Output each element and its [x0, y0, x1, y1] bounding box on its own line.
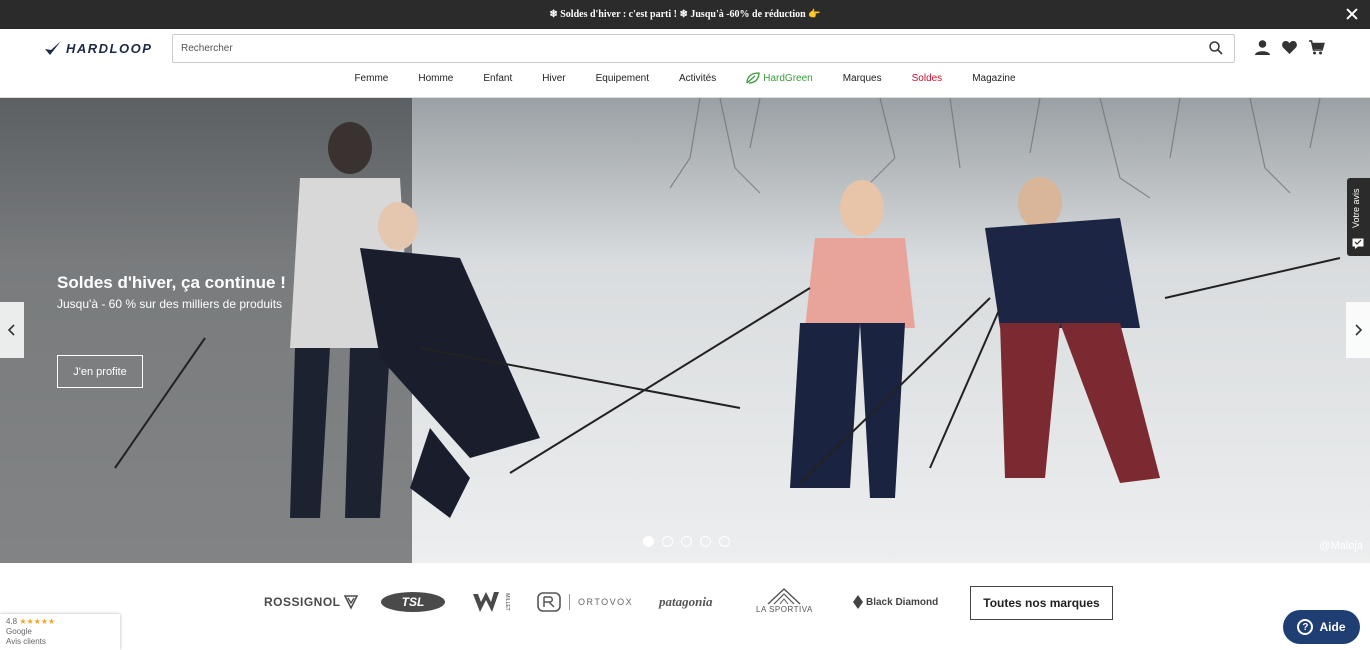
close-icon[interactable] — [1344, 6, 1360, 22]
brand-patagonia[interactable]: patagonia — [659, 591, 712, 613]
announcement-bar: ❄ Soldes d'hiver : c'est parti ! ❄ Jusqu… — [0, 0, 1370, 29]
brand-ortovox[interactable]: ORTOVOX — [537, 591, 633, 613]
brands-bar: ROSSIGNOL TSL MILLET ORTOVOX patagonia L… — [0, 563, 1370, 650]
logo-text: HARDLOOP — [66, 40, 153, 56]
nav-item-activites[interactable]: Activités — [664, 72, 731, 84]
feedback-tab[interactable]: Votre avis — [1347, 178, 1370, 256]
la-sportiva-mountain-icon — [767, 588, 801, 605]
hero-subtitle: Jusqu'à - 60 % sur des milliers de produ… — [57, 297, 283, 311]
cart-icon[interactable] — [1308, 39, 1325, 56]
brand-millet[interactable]: MILLET — [472, 591, 512, 613]
brand-rossignol-label: ROSSIGNOL — [264, 595, 341, 609]
rossignol-rooster-icon — [343, 595, 358, 610]
google-rating: 4.8 — [6, 617, 18, 626]
search-input[interactable] — [173, 35, 1234, 62]
feedback-tab-label: Votre avis — [1351, 188, 1361, 228]
nav-item-hardgreen-label: HardGreen — [763, 72, 813, 84]
carousel-dot-3[interactable] — [681, 536, 692, 547]
nav-item-hiver[interactable]: Hiver — [527, 72, 580, 84]
nav-item-soldes[interactable]: Soldes — [897, 72, 958, 84]
carousel-dot-5[interactable] — [719, 536, 730, 547]
help-icon: ? — [1297, 619, 1314, 635]
logo[interactable]: HARDLOOP — [44, 40, 152, 56]
nav-item-marques[interactable]: Marques — [828, 72, 897, 84]
brand-ortovox-label: ORTOVOX — [578, 597, 634, 607]
millet-logo-icon: MILLET — [473, 592, 510, 612]
nav-item-hardgreen[interactable]: HardGreen — [731, 72, 827, 84]
google-stars: ★★★★★ — [19, 617, 56, 626]
tsl-logo-icon: TSL — [381, 592, 445, 612]
logo-mark-icon — [45, 41, 61, 55]
ortovox-logo-icon — [537, 592, 561, 612]
chevron-left-icon — [7, 324, 15, 336]
brand-tsl[interactable]: TSL — [380, 591, 446, 613]
hero-title: Soldes d'hiver, ça continue ! — [57, 273, 286, 292]
nav-item-equipement[interactable]: Equipement — [581, 72, 664, 84]
header-icons — [1254, 39, 1325, 56]
photo-credit: @Maloja — [1319, 540, 1363, 552]
carousel-dot-4[interactable] — [700, 536, 711, 547]
announcement-text: ❄ Soldes d'hiver : c'est parti ! ❄ Jusqu… — [549, 9, 821, 20]
search-bar — [172, 34, 1235, 63]
carousel-dot-2[interactable] — [662, 536, 673, 547]
carousel-prev-button[interactable] — [0, 302, 24, 358]
brand-la-sportiva-label: LA SPORTIVA — [756, 605, 813, 614]
brand-black-diamond[interactable]: Black Diamond — [853, 591, 938, 613]
hero-cta-button[interactable]: J'en profite — [57, 355, 143, 388]
heart-icon[interactable] — [1281, 39, 1298, 56]
nav-item-homme[interactable]: Homme — [403, 72, 468, 84]
chevron-right-icon — [1355, 324, 1363, 336]
google-caption: Avis clients — [6, 637, 46, 646]
millet-logo-text: MILLET — [504, 593, 510, 611]
carousel-dot-1[interactable] — [643, 536, 654, 547]
hero-image — [0, 98, 1370, 563]
all-brands-button[interactable]: Toutes nos marques — [970, 586, 1113, 620]
nav-item-femme[interactable]: Femme — [339, 72, 403, 84]
tsl-logo-text: TSL — [402, 595, 425, 609]
google-source: Google — [6, 627, 32, 636]
google-reviews-badge[interactable]: 4.8 ★★★★★ Google Avis clients — [0, 614, 120, 650]
carousel-dots — [643, 536, 730, 547]
brand-la-sportiva[interactable]: LA SPORTIVA — [756, 587, 813, 617]
brand-rossignol[interactable]: ROSSIGNOL — [264, 591, 359, 613]
brand-patagonia-label: patagonia — [659, 594, 713, 609]
feedback-icon — [1352, 238, 1364, 249]
search-icon[interactable] — [1209, 41, 1223, 55]
account-icon[interactable] — [1254, 39, 1271, 56]
black-diamond-icon — [853, 595, 863, 609]
leaf-icon — [746, 72, 760, 84]
hero-carousel: Soldes d'hiver, ça continue ! Jusqu'à - … — [0, 98, 1370, 563]
main-nav: Femme Homme Enfant Hiver Equipement Acti… — [0, 72, 1370, 84]
help-label: Aide — [1319, 620, 1346, 634]
brand-black-diamond-label: Black Diamond — [866, 596, 939, 608]
help-button[interactable]: ? Aide — [1283, 610, 1360, 644]
nav-item-enfant[interactable]: Enfant — [468, 72, 527, 84]
carousel-next-button[interactable] — [1346, 302, 1370, 358]
nav-item-magazine[interactable]: Magazine — [957, 72, 1030, 84]
site-header: HARDLOOP Femme Homme Enfant Hiver Equipe… — [0, 29, 1370, 98]
